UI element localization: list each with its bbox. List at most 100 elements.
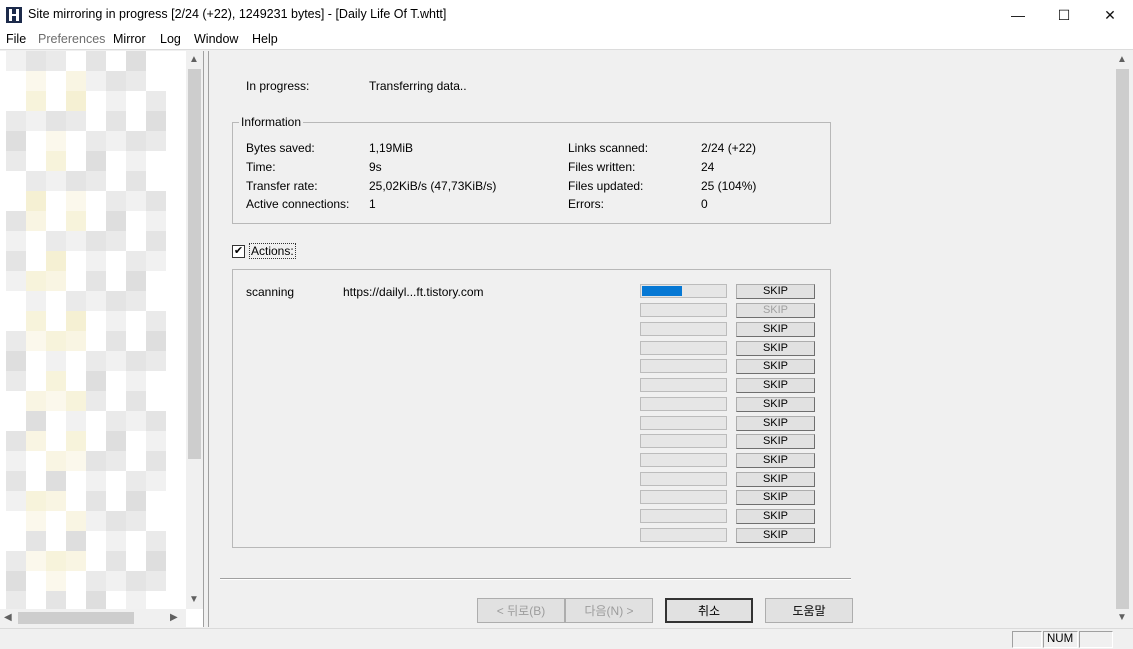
tree-item-blurred (86, 351, 106, 371)
action-progress-bar (640, 416, 727, 430)
menu-preferences[interactable]: Preferences (38, 32, 105, 46)
tree-item-blurred (126, 51, 146, 71)
action-url: https://dailyl...ft.tistory.com (343, 285, 484, 299)
skip-button[interactable]: SKIP (736, 322, 815, 337)
tree-item-blurred (126, 391, 146, 411)
info-value: 9s (369, 160, 382, 174)
skip-button[interactable]: SKIP (736, 378, 815, 393)
skip-button[interactable]: SKIP (736, 490, 815, 505)
scroll-down-icon[interactable]: ▼ (189, 594, 199, 606)
main-vertical-scrollbar[interactable]: ▲ ▼ (1114, 51, 1131, 627)
httrack-h-icon (6, 7, 22, 23)
tree-item-blurred (46, 151, 66, 171)
tree-item-blurred (146, 551, 166, 571)
tree-item-blurred (106, 291, 126, 311)
in-progress-value: Transferring data.. (369, 79, 467, 93)
maximize-button[interactable]: ☐ (1041, 0, 1087, 30)
tree-item-blurred (126, 471, 146, 491)
status-num: NUM (1043, 631, 1078, 648)
actions-checkbox[interactable]: ✔ (232, 245, 245, 258)
menu-help[interactable]: Help (252, 32, 278, 46)
window-title: Site mirroring in progress [2/24 (+22), … (28, 7, 447, 21)
tree-item-blurred (66, 191, 86, 211)
skip-button[interactable]: SKIP (736, 453, 815, 468)
skip-button[interactable]: SKIP (736, 397, 815, 412)
menu-mirror[interactable]: Mirror (113, 32, 146, 46)
skip-button[interactable]: SKIP (736, 416, 815, 431)
tree-item-blurred (86, 231, 106, 251)
info-value: 24 (701, 160, 715, 174)
tree-item-blurred (126, 351, 146, 371)
tree-item-blurred (6, 491, 26, 511)
action-progress-fill (642, 286, 682, 296)
close-button[interactable]: ✕ (1087, 0, 1133, 30)
tree-item-blurred (46, 471, 66, 491)
scroll-down-icon[interactable]: ▼ (1117, 612, 1127, 624)
tree-item-blurred (46, 251, 66, 271)
tree-item-blurred (66, 411, 86, 431)
tree-hscroll-thumb[interactable] (18, 612, 134, 624)
tree-item-blurred (26, 411, 46, 431)
action-progress-bar (640, 284, 727, 298)
back-button-label: < 뒤로(B) (496, 604, 546, 618)
skip-button[interactable]: SKIP (736, 303, 815, 318)
tree-item-blurred (26, 331, 46, 351)
tree-item-blurred (66, 511, 86, 531)
menu-window[interactable]: Window (194, 32, 238, 46)
info-label: Bytes saved: (246, 141, 315, 155)
skip-button[interactable]: SKIP (736, 528, 815, 543)
tree-item-blurred (46, 271, 66, 291)
menu-log[interactable]: Log (160, 32, 181, 46)
tree-item-blurred (46, 131, 66, 151)
tree-item-blurred (6, 231, 26, 251)
tree-item-blurred (146, 111, 166, 131)
main-scroll-thumb[interactable] (1116, 69, 1129, 609)
back-button[interactable]: < 뒤로(B) (477, 598, 565, 623)
skip-button[interactable]: SKIP (736, 434, 815, 449)
minimize-button[interactable]: — (995, 0, 1041, 30)
tree-item-blurred (86, 71, 106, 91)
skip-button[interactable]: SKIP (736, 472, 815, 487)
action-progress-bar (640, 528, 727, 542)
tree-horizontal-scrollbar[interactable]: ◀ ▶ (0, 609, 186, 627)
tree-item-blurred (146, 451, 166, 471)
tree-item-blurred (66, 531, 86, 551)
action-status: scanning (246, 285, 295, 299)
actions-checkbox-label[interactable]: Actions: (249, 243, 296, 259)
skip-button[interactable]: SKIP (736, 341, 815, 356)
tree-item-blurred (6, 371, 26, 391)
tree-item-blurred (46, 571, 66, 591)
help-button[interactable]: 도움말 (765, 598, 853, 623)
tree-item-blurred (6, 211, 26, 231)
action-progress-bar (640, 509, 727, 523)
tree-vertical-scrollbar[interactable]: ▲ ▼ (186, 51, 203, 609)
scroll-left-icon[interactable]: ◀ (4, 612, 12, 624)
info-value: 1 (369, 197, 376, 211)
next-button[interactable]: 다음(N) > (565, 598, 653, 623)
tree-scroll-thumb[interactable] (188, 69, 201, 459)
scroll-right-icon[interactable]: ▶ (170, 612, 178, 624)
menu-file[interactable]: File (6, 32, 26, 46)
scroll-up-icon[interactable]: ▲ (1117, 54, 1127, 66)
tree-view[interactable] (0, 51, 186, 609)
tree-item-blurred (6, 591, 26, 609)
skip-button[interactable]: SKIP (736, 359, 815, 374)
tree-item-blurred (6, 131, 26, 151)
skip-button[interactable]: SKIP (736, 509, 815, 524)
tree-item-blurred (46, 551, 66, 571)
tree-item-blurred (86, 391, 106, 411)
tree-item-blurred (126, 131, 146, 151)
scroll-up-icon[interactable]: ▲ (189, 54, 199, 66)
tree-item-blurred (126, 171, 146, 191)
tree-item-blurred (126, 291, 146, 311)
tree-item-blurred (26, 491, 46, 511)
tree-item-blurred (106, 411, 126, 431)
info-value: 25 (104%) (701, 179, 757, 193)
tree-item-blurred (86, 471, 106, 491)
cancel-button[interactable]: 취소 (665, 598, 753, 623)
tree-item-blurred (106, 131, 126, 151)
tree-item-blurred (126, 271, 146, 291)
info-label: Active connections: (246, 197, 350, 211)
close-icon: ✕ (1104, 6, 1116, 23)
skip-button[interactable]: SKIP (736, 284, 815, 299)
